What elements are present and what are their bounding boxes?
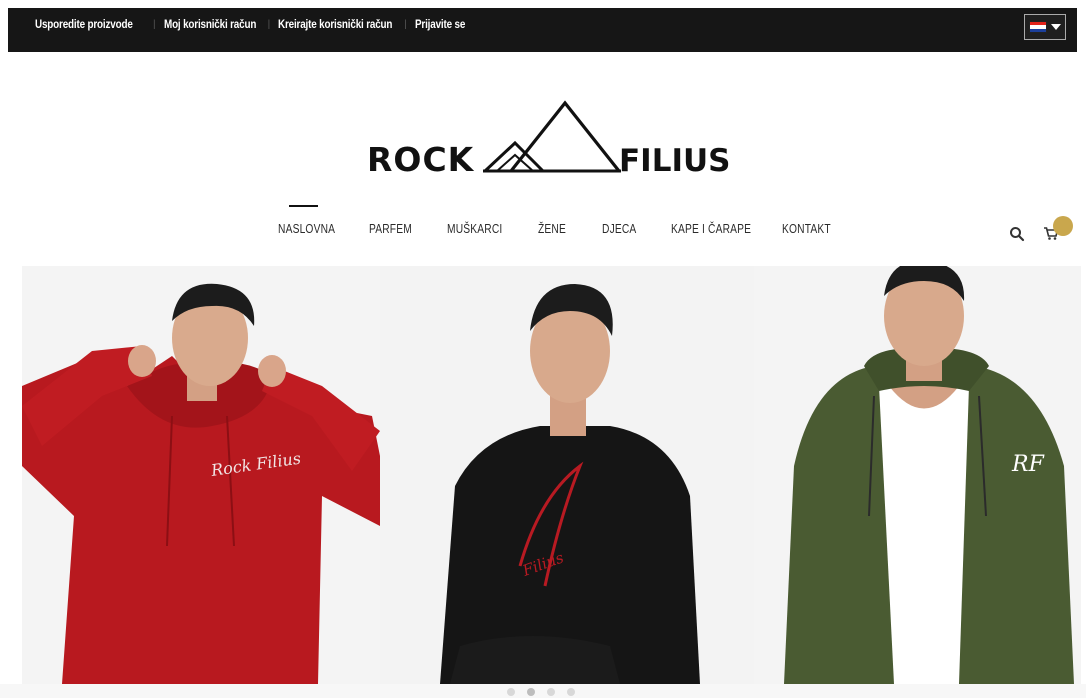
slider-pagination (0, 684, 1086, 698)
slider-dot-3[interactable] (547, 688, 555, 696)
slider-dot-2[interactable] (527, 688, 535, 696)
slider-dot-4[interactable] (567, 688, 575, 696)
slide-black-sweatshirt[interactable]: Filius (380, 266, 754, 684)
nav-item-parfem[interactable]: PARFEM (369, 222, 412, 236)
logo-text-rock: ROCK (367, 140, 475, 177)
sign-in-link[interactable]: Prijavite se (415, 19, 465, 31)
nav-item-muskarci[interactable]: MUŠKARCI (447, 222, 502, 236)
top-links: Usporedite proizvode | Moj korisnički ra… (35, 16, 475, 32)
hero-slider[interactable]: Rock Filius Filius RF (22, 266, 1081, 684)
nav-active-indicator (289, 205, 318, 207)
nav-item-naslovna[interactable]: NASLOVNA (278, 222, 335, 236)
nav-item-kape-i-carape[interactable]: KAPE I ČARAPE (671, 222, 751, 236)
slide-red-hoodie[interactable]: Rock Filius (22, 266, 380, 684)
separator: | (153, 18, 156, 30)
nav-item-zene[interactable]: ŽENE (538, 222, 566, 236)
search-icon[interactable] (1009, 226, 1025, 242)
separator: | (404, 18, 407, 30)
print-rf: RF (1011, 452, 1045, 477)
compare-products-link[interactable]: Usporedite proizvode (35, 19, 133, 31)
red-hoodie-model-image: Rock Filius (22, 266, 380, 684)
separator: | (267, 18, 271, 30)
cart-count-badge[interactable] (1053, 216, 1073, 236)
language-selector[interactable] (1024, 14, 1066, 40)
green-zip-hoodie-model-image: RF (754, 266, 1081, 684)
logo-text-filius: FILIUS (619, 143, 731, 177)
site-logo[interactable]: ROCK FILIUS (365, 97, 737, 179)
slider-dot-1[interactable] (507, 688, 515, 696)
create-account-link[interactable]: Kreirajte korisnički račun (278, 19, 392, 31)
slide-green-hoodie[interactable]: RF (754, 266, 1081, 684)
nav-item-djeca[interactable]: DJECA (602, 222, 636, 236)
chevron-down-icon (1051, 24, 1061, 30)
croatia-flag-icon (1029, 21, 1047, 33)
main-nav: NASLOVNA PARFEM MUŠKARCI ŽENE DJECA KAPE… (0, 222, 1086, 242)
black-sweatshirt-model-image: Filius (380, 266, 754, 684)
nav-item-kontakt[interactable]: KONTAKT (782, 222, 831, 236)
top-bar: Usporedite proizvode | Moj korisnički ra… (8, 8, 1077, 52)
rock-filius-logo-mark: ROCK FILIUS (367, 100, 731, 179)
my-account-link[interactable]: Moj korisnički račun (164, 19, 256, 31)
